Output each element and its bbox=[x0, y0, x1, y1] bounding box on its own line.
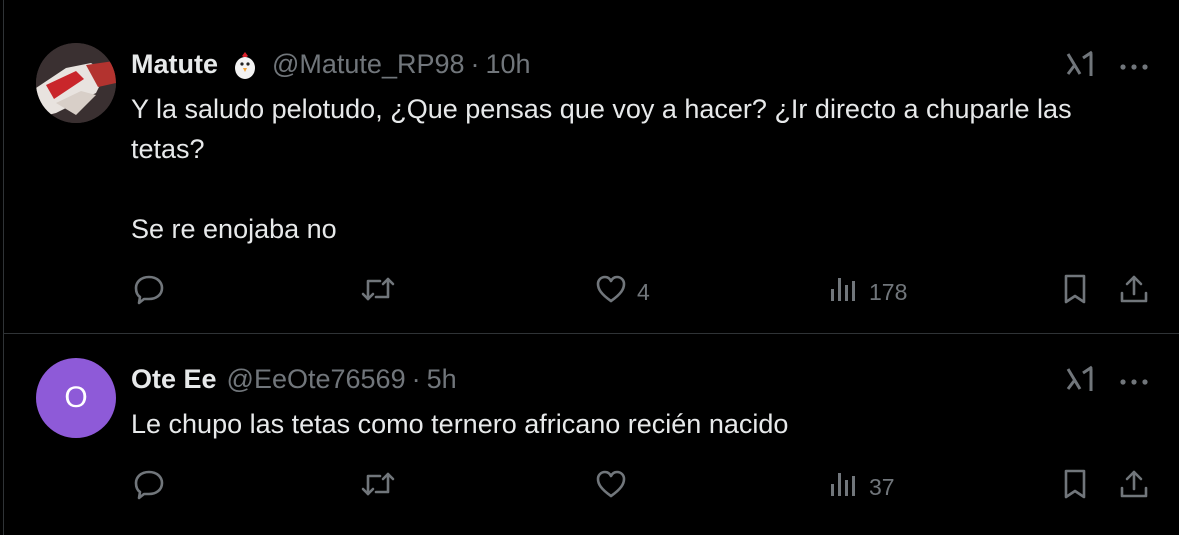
bookmark-button[interactable] bbox=[1060, 272, 1090, 312]
views-button[interactable]: 178 bbox=[829, 272, 907, 312]
like-icon bbox=[595, 469, 627, 505]
views-button[interactable]: 37 bbox=[829, 467, 895, 507]
tweet-actions: 4 178 bbox=[0, 272, 1179, 312]
user-handle[interactable]: @Matute_RP98 bbox=[272, 49, 465, 80]
tweet-actions: 37 bbox=[0, 467, 1179, 507]
avatar[interactable] bbox=[36, 43, 116, 123]
display-name[interactable]: Matute bbox=[131, 49, 218, 80]
tweet-text-line: Le chupo las tetas como ternero africano… bbox=[131, 409, 789, 439]
like-button[interactable] bbox=[595, 467, 637, 507]
tweet-text-line: Se re enojaba no bbox=[131, 214, 337, 244]
reply-icon bbox=[133, 468, 165, 506]
avatar-letter: O bbox=[64, 381, 88, 414]
more-icon[interactable] bbox=[1119, 58, 1149, 76]
like-icon bbox=[595, 274, 627, 310]
tweet-top-actions bbox=[1065, 363, 1149, 400]
tweet-header: Ote Ee @EeOte76569 · 5h bbox=[131, 364, 457, 395]
views-icon bbox=[829, 275, 859, 309]
grok-icon[interactable] bbox=[1065, 48, 1097, 85]
tweet-text-line: Y la saludo pelotudo, ¿Que pensas que vo… bbox=[131, 94, 1072, 164]
chicken-emoji-icon bbox=[232, 50, 258, 80]
timestamp[interactable]: 5h bbox=[427, 364, 457, 395]
tweet-text: Y la saludo pelotudo, ¿Que pensas que vo… bbox=[131, 89, 1139, 249]
grok-icon[interactable] bbox=[1065, 363, 1097, 400]
like-button[interactable]: 4 bbox=[595, 272, 650, 312]
reply-icon bbox=[133, 273, 165, 311]
user-handle[interactable]: @EeOte76569 bbox=[227, 364, 406, 395]
bookmark-button[interactable] bbox=[1060, 467, 1090, 507]
retweet-icon bbox=[360, 273, 396, 311]
tweet[interactable]: O Ote Ee @EeOte76569 · 5h Le chupo las t… bbox=[0, 334, 1179, 535]
retweet-button[interactable] bbox=[360, 272, 406, 312]
tweet-header: Matute @Matute_RP98 · 10h bbox=[131, 49, 531, 80]
separator-dot: · bbox=[411, 364, 421, 394]
retweet-button[interactable] bbox=[360, 467, 406, 507]
reply-button[interactable] bbox=[133, 467, 175, 507]
avatar-image bbox=[36, 43, 116, 123]
share-button[interactable] bbox=[1118, 467, 1150, 507]
separator-dot: · bbox=[470, 49, 480, 79]
timestamp[interactable]: 10h bbox=[486, 49, 531, 80]
share-button[interactable] bbox=[1118, 272, 1150, 312]
bookmark-icon bbox=[1060, 468, 1090, 506]
views-count: 37 bbox=[869, 473, 895, 500]
views-icon bbox=[829, 470, 859, 504]
retweet-icon bbox=[360, 468, 396, 506]
views-count: 178 bbox=[869, 278, 908, 305]
display-name[interactable]: Ote Ee bbox=[131, 364, 217, 395]
avatar[interactable]: O bbox=[36, 358, 116, 438]
reply-button[interactable] bbox=[133, 272, 175, 312]
share-icon bbox=[1118, 468, 1150, 506]
like-count: 4 bbox=[637, 278, 650, 305]
tweet-top-actions bbox=[1065, 48, 1149, 85]
share-icon bbox=[1118, 273, 1150, 311]
more-icon[interactable] bbox=[1119, 373, 1149, 391]
tweet-text: Le chupo las tetas como ternero africano… bbox=[131, 404, 1139, 444]
bookmark-icon bbox=[1060, 273, 1090, 311]
tweet[interactable]: Matute @Matute_RP98 · 10h Y la saludo pe… bbox=[0, 0, 1179, 333]
